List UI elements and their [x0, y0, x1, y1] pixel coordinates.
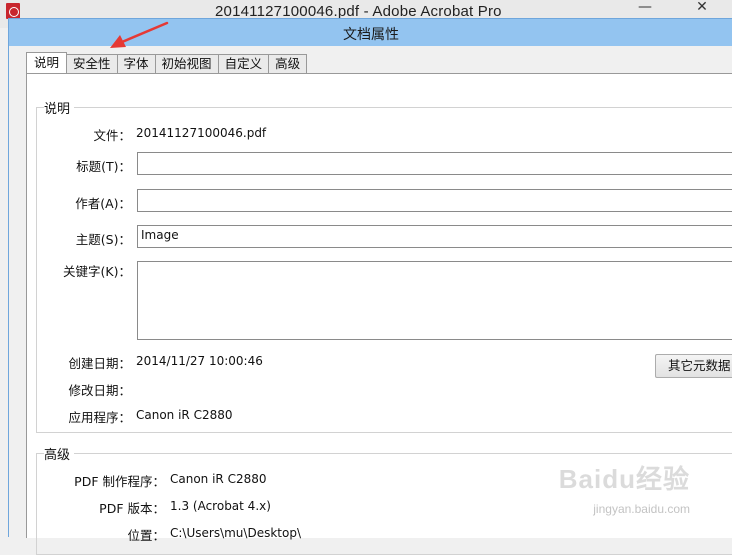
minimize-button[interactable]: — [625, 0, 665, 18]
file-value: 20141127100046.pdf [136, 126, 267, 140]
tab-custom[interactable]: 自定义 [218, 54, 270, 73]
more-metadata-button[interactable]: 其它元数据 [655, 354, 732, 378]
application-label: 应用程序： [68, 410, 131, 425]
location-label: 位置： [127, 528, 165, 543]
subject-label: 主题(S)： [75, 232, 131, 247]
application-value: Canon iR C2880 [136, 408, 233, 422]
keywords-field[interactable] [137, 261, 732, 340]
author-label: 作者(A)： [75, 196, 131, 211]
title-label: 标题(T)： [76, 159, 131, 174]
author-field[interactable] [137, 189, 732, 212]
title-field[interactable] [137, 152, 732, 175]
tab-fonts[interactable]: 字体 [117, 54, 156, 73]
location-value: C:\Users\mu\Desktop\ [170, 526, 301, 540]
created-date-value: 2014/11/27 10:00:46 [136, 354, 263, 368]
tab-security[interactable]: 安全性 [67, 54, 118, 73]
modified-date-label: 修改日期： [68, 383, 131, 398]
keywords-label: 关键字(K)： [63, 264, 131, 279]
annotation-arrow-icon [110, 21, 169, 48]
description-group-title: 说明 [44, 98, 75, 117]
created-date-label: 创建日期： [68, 356, 131, 371]
tab-strip: 说明 安全性 字体 初始视图 自定义 高级 [26, 52, 308, 74]
pdf-version-value: 1.3 (Acrobat 4.x) [170, 499, 271, 513]
tab-initial-view[interactable]: 初始视图 [155, 54, 219, 73]
watermark-brand: Baidu经验 [558, 464, 690, 494]
pdf-producer-value: Canon iR C2880 [170, 472, 267, 486]
file-label: 文件： [93, 128, 131, 143]
advanced-group-title: 高级 [44, 444, 75, 463]
tab-advanced[interactable]: 高级 [269, 54, 308, 73]
tab-description[interactable]: 说明 [26, 52, 68, 74]
subject-field[interactable]: Image [137, 225, 732, 248]
acrobat-app-icon [6, 3, 20, 19]
watermark-url: jingyan.baidu.com [593, 502, 690, 516]
pdf-version-label: PDF 版本： [99, 501, 165, 516]
close-button[interactable]: ✕ [682, 0, 722, 18]
pdf-producer-label: PDF 制作程序： [74, 474, 165, 489]
